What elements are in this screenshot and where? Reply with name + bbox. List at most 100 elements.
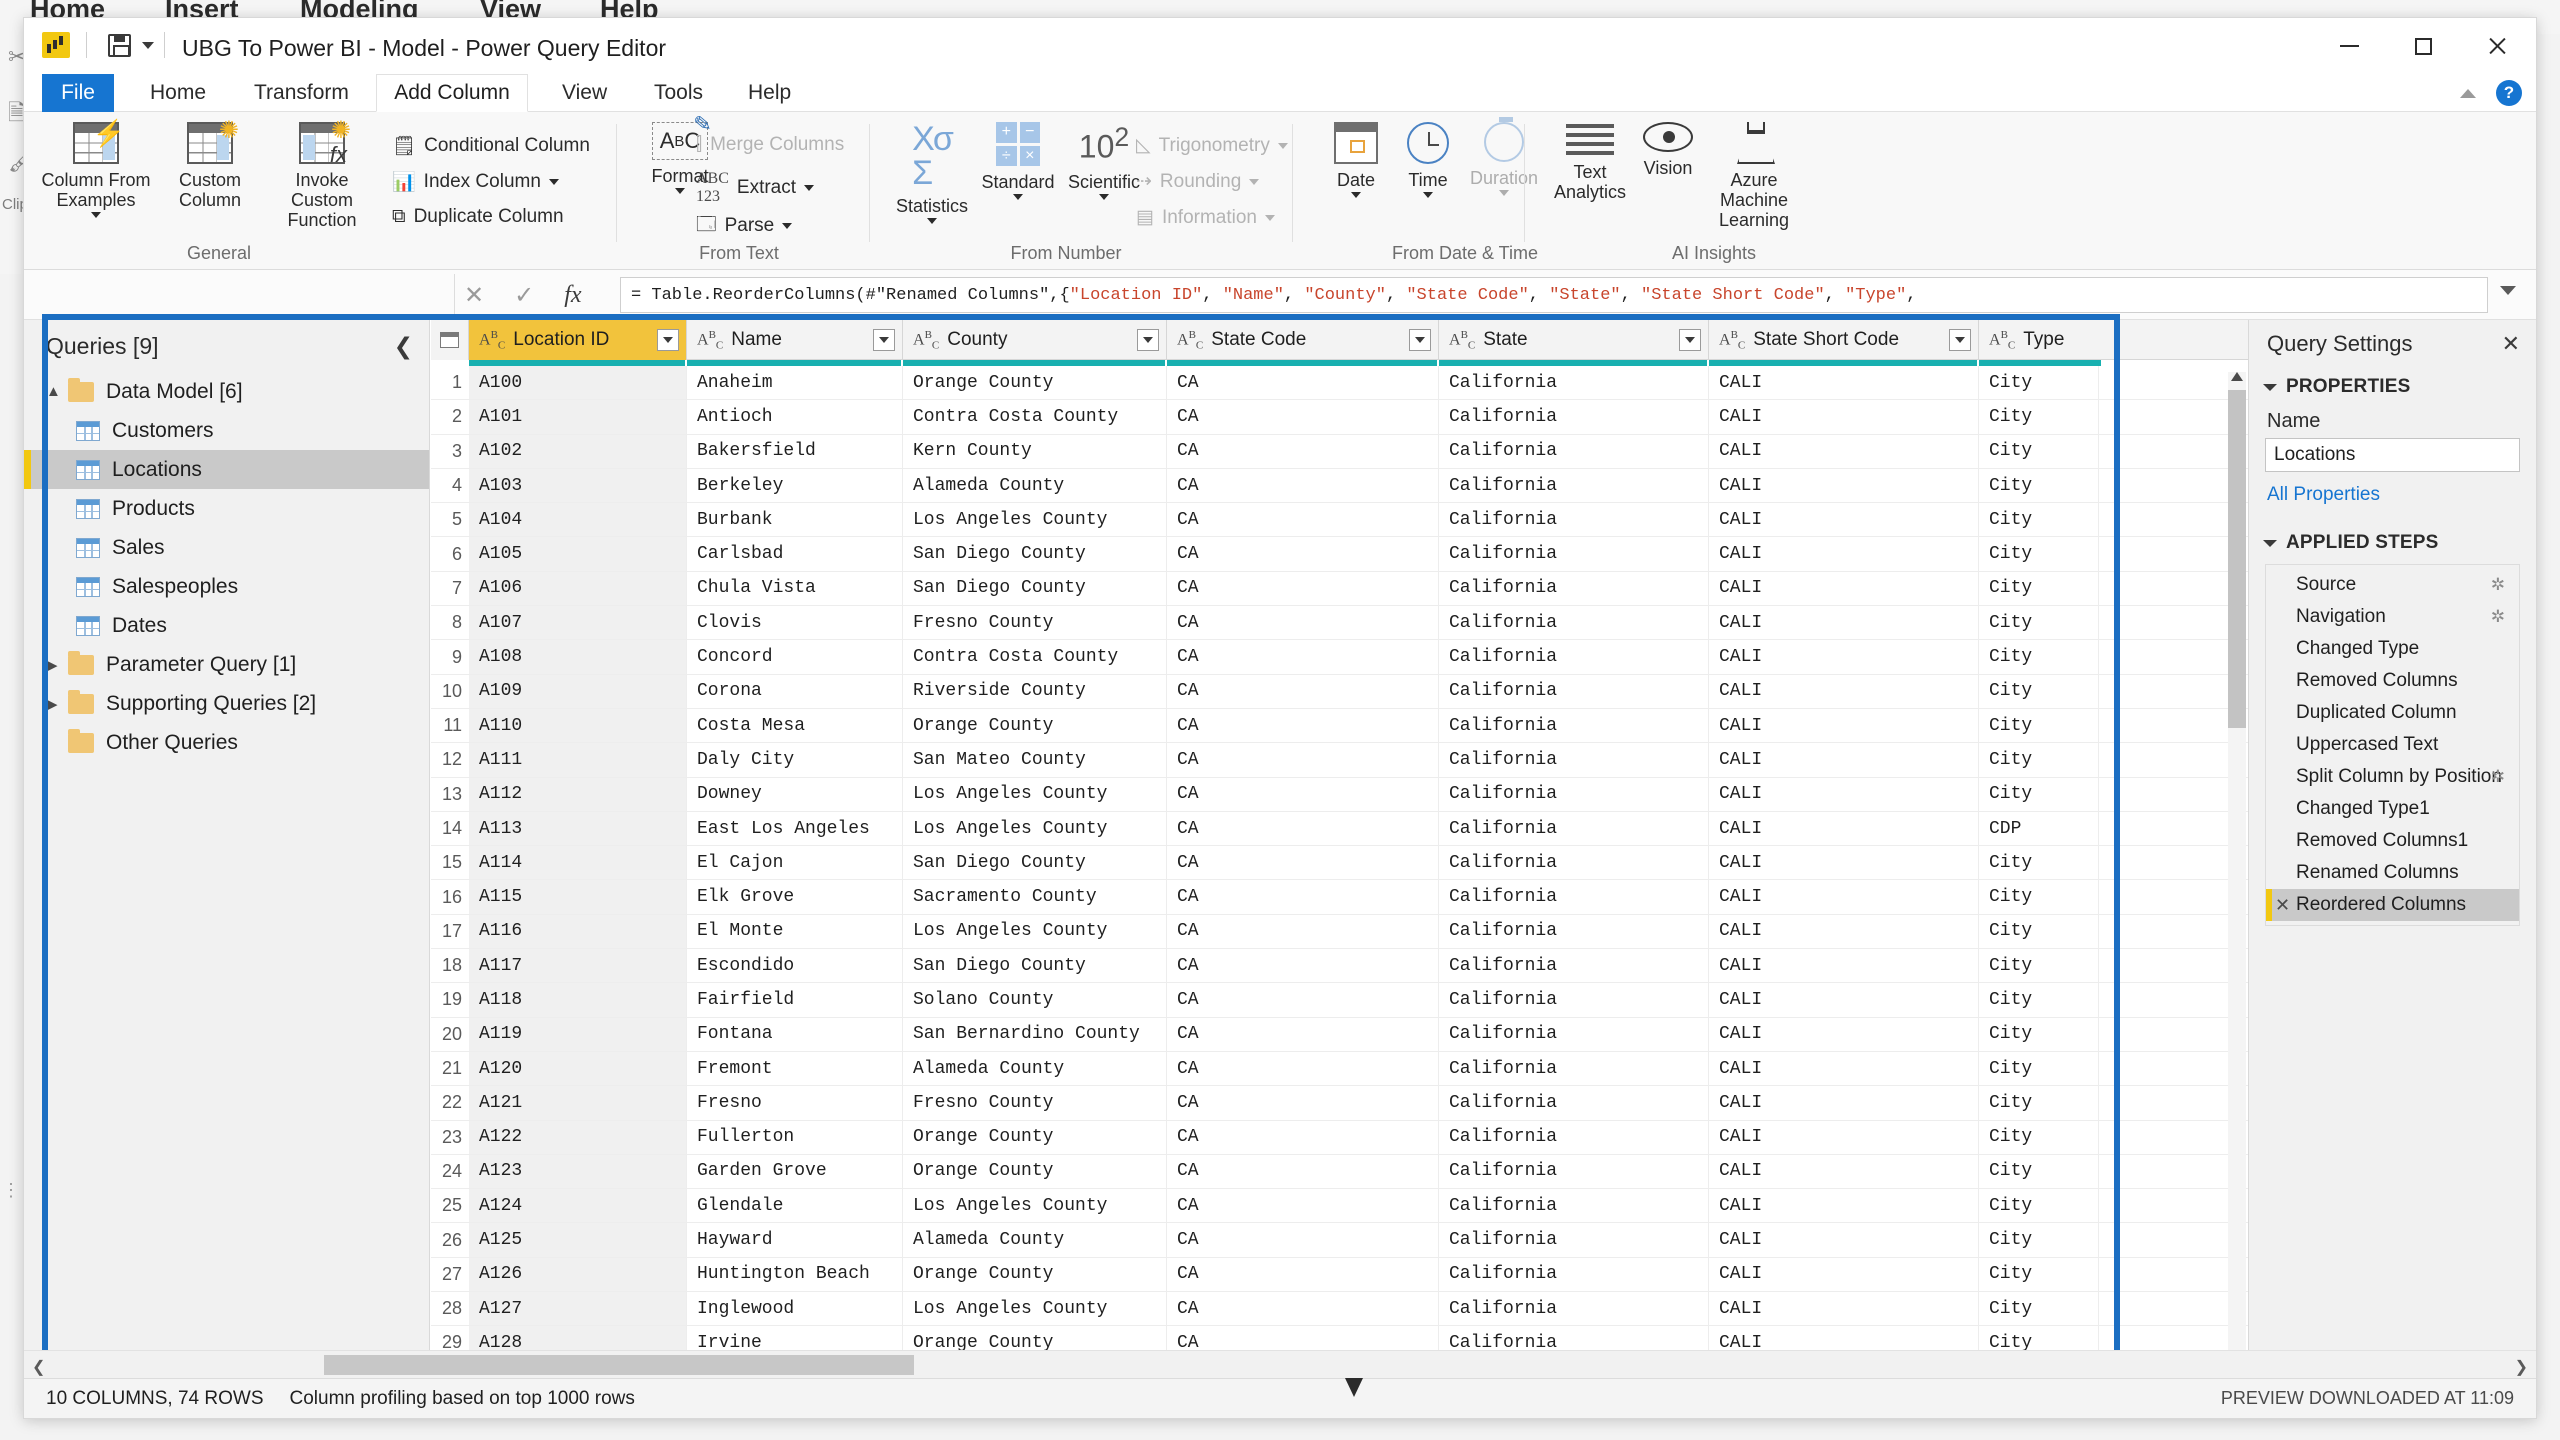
filter-dropdown-button[interactable] (1949, 329, 1971, 351)
table-cell[interactable]: A118 (469, 983, 687, 1017)
table-cell[interactable]: CALI (1709, 571, 1979, 606)
applied-step[interactable]: Split Column by Position ✲ (2266, 761, 2519, 793)
collapse-arrow-icon[interactable]: ▶ (46, 695, 64, 713)
table-cell[interactable]: California (1439, 1223, 1709, 1257)
table-cell[interactable]: CA (1167, 1017, 1439, 1051)
column-header-name[interactable]: ABC Name (687, 320, 903, 360)
queries-item-salespeoples[interactable]: Salespeoples (24, 567, 429, 606)
table-cell[interactable]: CALI (1709, 708, 1979, 743)
azure-ml-button[interactable]: Azure Machine Learning (1698, 122, 1810, 230)
table-cell[interactable]: CA (1167, 1154, 1439, 1189)
table-cell[interactable]: A101 (469, 400, 687, 434)
tab-transform[interactable]: Transform (236, 74, 367, 112)
table-cell[interactable]: A112 (469, 777, 687, 811)
applied-step[interactable]: Removed Columns1 (2266, 825, 2519, 857)
table-cell[interactable]: CALI (1709, 743, 1979, 777)
table-cell[interactable]: CA (1167, 640, 1439, 674)
scrollbar-thumb[interactable] (324, 1355, 914, 1375)
table-row[interactable]: 9 A108 Concord Contra Costa County CA Califor… (431, 640, 2248, 675)
table-row[interactable]: 20 A119 Fontana San Bernardino County CA Cali… (431, 1017, 2248, 1052)
grid-vertical-scrollbar[interactable] (2228, 372, 2246, 1362)
column-header-county[interactable]: ABC County (903, 320, 1167, 360)
table-cell[interactable]: CA (1167, 1189, 1439, 1223)
table-cell[interactable]: Los Angeles County (903, 811, 1167, 846)
queries-item-customers[interactable]: Customers (24, 411, 429, 450)
table-cell[interactable]: City (1979, 846, 2099, 880)
table-cell[interactable]: California (1439, 1051, 1709, 1086)
table-row[interactable]: 15 A114 El Cajon San Diego County CA Californ… (431, 846, 2248, 881)
table-cell[interactable]: Alameda County (903, 1223, 1167, 1257)
table-row[interactable]: 16 A115 Elk Grove Sacramento County CA Califo… (431, 880, 2248, 915)
table-cell[interactable]: A108 (469, 640, 687, 674)
table-cell[interactable]: CA (1167, 743, 1439, 777)
table-cell[interactable]: City (1979, 1017, 2099, 1051)
table-cell[interactable]: Fontana (687, 1017, 903, 1051)
table-cell[interactable]: CA (1167, 606, 1439, 640)
table-cell[interactable]: CALI (1709, 400, 1979, 434)
applied-steps-section-header[interactable]: APPLIED STEPS (2249, 532, 2536, 554)
filter-dropdown-button[interactable] (1409, 329, 1431, 351)
table-cell[interactable]: CALI (1709, 846, 1979, 880)
extract-button[interactable]: ABC 123 Extract (696, 170, 815, 206)
table-cell[interactable]: CALI (1709, 1051, 1979, 1086)
table-row[interactable]: 2 A101 Antioch Contra Costa County CA Califor… (431, 400, 2248, 435)
table-cell[interactable]: Kern County (903, 434, 1167, 468)
table-cell[interactable]: A104 (469, 503, 687, 537)
table-row[interactable]: 12 A111 Daly City San Mateo County CA Califor… (431, 743, 2248, 778)
table-cell[interactable]: A117 (469, 949, 687, 983)
table-cell[interactable]: City (1979, 468, 2099, 503)
table-cell[interactable]: A105 (469, 537, 687, 571)
table-cell[interactable]: Clovis (687, 606, 903, 640)
table-row[interactable]: 8 A107 Clovis Fresno County CA California CALI… (431, 606, 2248, 641)
close-icon[interactable]: ✕ (2502, 331, 2520, 357)
table-cell[interactable]: Chula Vista (687, 571, 903, 606)
queries-item-supporting-queries[interactable]: ▶ Supporting Queries [2] (24, 684, 429, 723)
table-cell[interactable]: CA (1167, 1120, 1439, 1154)
table-cell[interactable]: City (1979, 640, 2099, 674)
table-cell[interactable]: El Monte (687, 914, 903, 949)
table-cell[interactable]: CALI (1709, 949, 1979, 983)
table-row[interactable]: 28 A127 Inglewood Los Angeles County CA Calif… (431, 1292, 2248, 1327)
column-header-state-short-code[interactable]: ABC State Short Code (1709, 320, 1979, 360)
applied-step[interactable]: Duplicated Column (2266, 697, 2519, 729)
table-cell[interactable]: California (1439, 400, 1709, 434)
filter-dropdown-button[interactable] (873, 329, 895, 351)
close-button[interactable] (2460, 18, 2534, 74)
table-cell[interactable]: El Cajon (687, 846, 903, 880)
table-cell[interactable]: Fresno County (903, 606, 1167, 640)
table-cell[interactable]: California (1439, 1189, 1709, 1223)
table-cell[interactable]: CA (1167, 1223, 1439, 1257)
table-cell[interactable]: CA (1167, 777, 1439, 811)
invoke-custom-function-button[interactable]: ✺ fx Invoke Custom Function (266, 117, 378, 230)
table-cell[interactable]: California (1439, 777, 1709, 811)
table-cell[interactable]: San Mateo County (903, 743, 1167, 777)
table-cell[interactable]: CALI (1709, 1120, 1979, 1154)
table-cell[interactable]: CALI (1709, 777, 1979, 811)
table-cell[interactable]: Garden Grove (687, 1154, 903, 1189)
table-cell[interactable]: San Diego County (903, 571, 1167, 606)
chevron-left-icon[interactable]: ❮ (394, 333, 413, 360)
formula-input[interactable]: = Table.ReorderColumns(#"Renamed Columns… (620, 277, 2488, 313)
table-cell[interactable]: California (1439, 1086, 1709, 1120)
table-cell[interactable]: City (1979, 1120, 2099, 1154)
table-cell[interactable]: Glendale (687, 1189, 903, 1223)
table-cell[interactable]: California (1439, 674, 1709, 708)
table-cell[interactable]: Hayward (687, 1223, 903, 1257)
table-cell[interactable]: CALI (1709, 914, 1979, 949)
table-cell[interactable]: Los Angeles County (903, 503, 1167, 537)
table-cell[interactable]: Burbank (687, 503, 903, 537)
scroll-right-icon[interactable]: ❯ (2515, 1357, 2528, 1377)
table-cell[interactable]: City (1979, 400, 2099, 434)
table-row[interactable]: 13 A112 Downey Los Angeles County CA Californ… (431, 777, 2248, 812)
table-cell[interactable]: City (1979, 1051, 2099, 1086)
table-cell[interactable]: Huntington Beach (687, 1257, 903, 1292)
formula-cancel-icon[interactable]: ✕ (464, 281, 484, 310)
table-cell[interactable]: CALI (1709, 1017, 1979, 1051)
table-cell[interactable]: CA (1167, 880, 1439, 914)
table-cell[interactable]: A113 (469, 811, 687, 846)
table-cell[interactable]: California (1439, 914, 1709, 949)
table-row[interactable]: 25 A124 Glendale Los Angeles County CA Califo… (431, 1189, 2248, 1224)
table-cell[interactable]: City (1979, 1257, 2099, 1292)
table-cell[interactable]: San Diego County (903, 537, 1167, 571)
table-cell[interactable]: Fresno (687, 1086, 903, 1120)
